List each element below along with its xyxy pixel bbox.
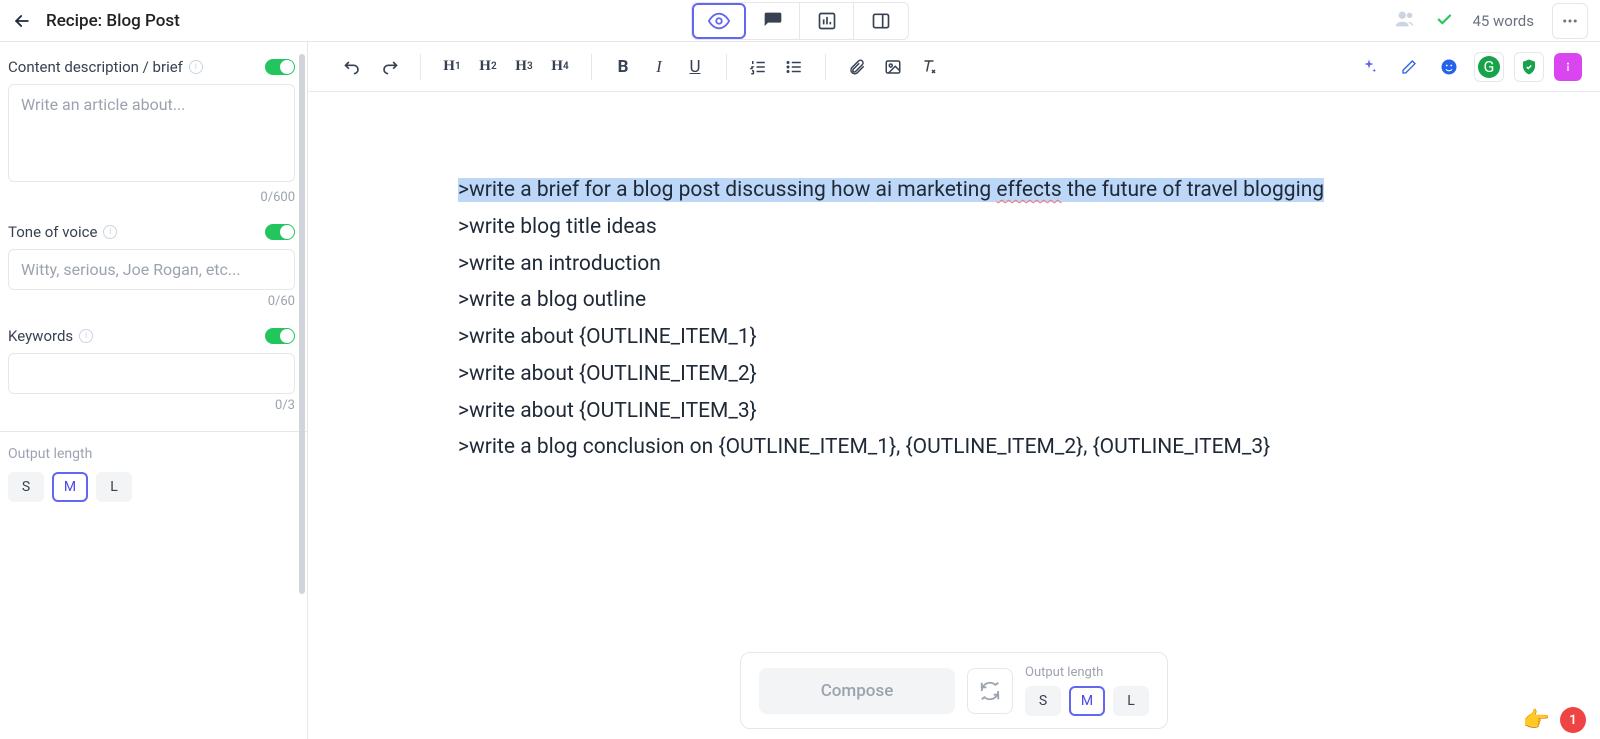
- length-l[interactable]: L: [96, 472, 132, 502]
- doc-line[interactable]: >write about {OUTLINE_ITEM_1}: [458, 319, 1450, 356]
- brief-counter: 0/600: [8, 190, 295, 205]
- more-button[interactable]: [1552, 3, 1588, 39]
- sidebar-scrollbar[interactable]: [299, 54, 305, 594]
- output-length-label: Output length: [8, 446, 295, 462]
- info-badge[interactable]: [1554, 53, 1582, 81]
- brief-input[interactable]: [8, 84, 295, 182]
- length-m[interactable]: M: [52, 472, 88, 502]
- doc-line[interactable]: >write a blog conclusion on {OUTLINE_ITE…: [458, 429, 1450, 466]
- bullet-list-button[interactable]: [777, 50, 811, 84]
- tone-toggle[interactable]: [265, 224, 295, 240]
- ordered-list-button[interactable]: [741, 50, 775, 84]
- brief-label: Content description / brief i: [8, 58, 203, 76]
- compose-length-l[interactable]: L: [1113, 686, 1149, 716]
- attachment-button[interactable]: [840, 50, 874, 84]
- info-icon[interactable]: i: [79, 329, 93, 343]
- h4-button[interactable]: H4: [543, 50, 577, 84]
- keywords-toggle[interactable]: [265, 328, 295, 344]
- underline-button[interactable]: U: [678, 50, 712, 84]
- clear-format-button[interactable]: [912, 50, 946, 84]
- brief-toggle[interactable]: [265, 59, 295, 75]
- document-editor[interactable]: >write a brief for a blog post discussin…: [308, 92, 1600, 739]
- shield-icon[interactable]: [1514, 52, 1544, 82]
- compose-bar: Compose Output length S M L: [740, 652, 1168, 729]
- keywords-counter: 0/3: [8, 398, 295, 413]
- compose-output-length-label: Output length: [1025, 665, 1149, 680]
- h1-button[interactable]: H1: [435, 50, 469, 84]
- h3-button[interactable]: H3: [507, 50, 541, 84]
- doc-line[interactable]: >write a blog outline: [458, 282, 1450, 319]
- image-button[interactable]: [876, 50, 910, 84]
- doc-line[interactable]: >write about {OUTLINE_ITEM_3}: [458, 393, 1450, 430]
- keywords-input[interactable]: [8, 353, 295, 394]
- collaborators-icon[interactable]: [1394, 8, 1416, 34]
- sidebar: Content description / brief i 0/600 Tone…: [0, 42, 308, 739]
- undo-button[interactable]: [336, 50, 370, 84]
- grammarly-icon[interactable]: G: [1474, 52, 1504, 82]
- view-mode-tabs: [691, 2, 909, 40]
- h2-button[interactable]: H2: [471, 50, 505, 84]
- doc-line[interactable]: >write about {OUTLINE_ITEM_2}: [458, 356, 1450, 393]
- word-count: 45 words: [1472, 12, 1534, 30]
- regenerate-button[interactable]: [967, 668, 1013, 714]
- check-icon: [1434, 9, 1454, 33]
- page-title: Recipe: Blog Post: [46, 11, 180, 31]
- editor-toolbar: H1 H2 H3 H4 B I U: [308, 42, 1600, 92]
- notification-badge[interactable]: 1: [1560, 707, 1586, 733]
- redo-button[interactable]: [372, 50, 406, 84]
- sparkle-icon[interactable]: [1354, 52, 1384, 82]
- italic-button[interactable]: I: [642, 50, 676, 84]
- tab-chat[interactable]: [746, 3, 800, 39]
- bold-button[interactable]: B: [606, 50, 640, 84]
- tab-stats[interactable]: [800, 3, 854, 39]
- doc-line[interactable]: >write a brief for a blog post discussin…: [458, 178, 1324, 202]
- emoji-icon[interactable]: [1434, 52, 1464, 82]
- tab-sidebar-view[interactable]: [854, 3, 908, 39]
- pencil-icon[interactable]: [1394, 52, 1424, 82]
- divider: [0, 431, 307, 432]
- compose-length-m[interactable]: M: [1069, 686, 1105, 716]
- back-button[interactable]: [12, 11, 32, 31]
- compose-length-s[interactable]: S: [1025, 686, 1061, 716]
- pointing-hand-icon[interactable]: 👉: [1523, 708, 1550, 733]
- keywords-label: Keywords i: [8, 327, 93, 345]
- info-icon[interactable]: i: [103, 225, 117, 239]
- tone-counter: 0/60: [8, 294, 295, 309]
- length-s[interactable]: S: [8, 472, 44, 502]
- doc-line[interactable]: >write an introduction: [458, 246, 1450, 283]
- doc-line[interactable]: >write blog title ideas: [458, 209, 1450, 246]
- tone-label: Tone of voice i: [8, 223, 117, 241]
- tab-preview[interactable]: [692, 3, 746, 39]
- tone-input[interactable]: [8, 249, 295, 290]
- info-icon[interactable]: i: [189, 60, 203, 74]
- compose-button[interactable]: Compose: [759, 668, 955, 714]
